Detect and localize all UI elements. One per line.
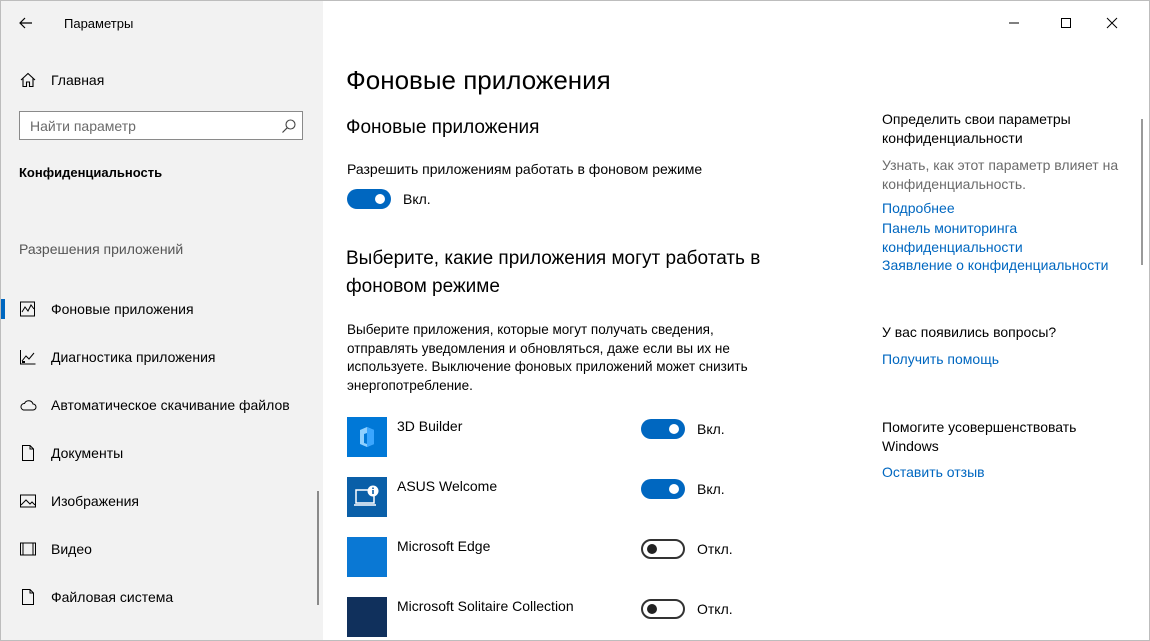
allow-background-toggle[interactable] xyxy=(347,189,391,209)
home-icon xyxy=(20,72,36,88)
app-toggle[interactable] xyxy=(641,539,685,559)
cloud-icon xyxy=(20,400,37,411)
privacy-options-title: Определить свои параметры конфиденциальн… xyxy=(882,111,1071,146)
app-name: Microsoft Edge xyxy=(397,538,491,554)
app-row-solitaire: Microsoft Solitaire Collection Откл. xyxy=(347,597,767,637)
sidebar-item-background-apps[interactable]: Фоновые приложения xyxy=(1,293,323,325)
privacy-statement-link[interactable]: Заявление о конфиденциальности xyxy=(882,256,1127,275)
search-icon[interactable] xyxy=(281,118,297,134)
sidebar-item-label: Фоновые приложения xyxy=(51,301,194,317)
background-apps-icon xyxy=(20,301,35,317)
get-help-link[interactable]: Получить помощь xyxy=(882,350,1127,369)
choose-apps-description: Выберите приложения, которые могут получ… xyxy=(347,322,748,393)
choose-apps-heading: Выберите, какие приложения могут работат… xyxy=(346,248,761,297)
privacy-options-text: Узнать, как этот параметр влияет на конф… xyxy=(882,157,1119,192)
improve-windows-title: Помогите усовершенствовать Windows xyxy=(882,419,1077,454)
toggle-knob xyxy=(669,424,679,434)
sidebar-item-label: Изображения xyxy=(51,493,139,509)
sidebar-item-label: Видео xyxy=(51,541,92,557)
settings-window: Параметры Главная Конфиденциальность Раз… xyxy=(0,0,1150,641)
sidebar-item-label: Диагностика приложения xyxy=(51,349,216,365)
file-icon xyxy=(22,589,34,605)
sidebar-item-label: Документы xyxy=(51,445,124,461)
nav-home[interactable]: Главная xyxy=(1,67,323,93)
privacy-dashboard-link[interactable]: Панель мониторинга конфиденциальности xyxy=(882,219,1127,257)
3d-builder-icon xyxy=(347,417,387,457)
toggle-knob xyxy=(669,484,679,494)
back-arrow-icon xyxy=(19,17,32,29)
questions-title: У вас появились вопросы? xyxy=(882,324,1057,340)
maximize-icon xyxy=(1061,18,1071,28)
back-button[interactable] xyxy=(11,9,41,37)
sidebar-item-documents[interactable]: Документы xyxy=(1,437,323,469)
asus-welcome-icon xyxy=(347,477,387,517)
section-label: Разрешения приложений xyxy=(19,241,184,257)
window-controls xyxy=(989,1,1149,45)
sidebar-item-diagnostics[interactable]: Диагностика приложения xyxy=(1,341,323,373)
microsoft-edge-icon xyxy=(347,537,387,577)
app-toggle[interactable] xyxy=(641,599,685,619)
sidebar-scrollbar[interactable] xyxy=(317,491,319,605)
close-icon xyxy=(1106,17,1118,29)
sidebar-item-label: Автоматическое скачивание файлов xyxy=(51,397,290,413)
give-feedback-link[interactable]: Оставить отзыв xyxy=(882,463,1127,482)
video-icon xyxy=(20,542,36,556)
category-title: Конфиденциальность xyxy=(19,165,163,180)
app-row-3d-builder: 3D Builder Вкл. xyxy=(347,417,767,457)
learn-more-link[interactable]: Подробнее xyxy=(882,199,1127,218)
solitaire-icon xyxy=(347,597,387,637)
sidebar-item-images[interactable]: Изображения xyxy=(1,485,323,517)
allow-background-state: Вкл. xyxy=(403,191,431,207)
search-box[interactable] xyxy=(19,111,303,140)
app-title: Параметры xyxy=(64,16,134,31)
image-icon xyxy=(20,494,36,508)
document-icon xyxy=(22,445,34,461)
section-heading: Фоновые приложения xyxy=(346,117,540,138)
sidebar-item-video[interactable]: Видео xyxy=(1,533,323,565)
maximize-button[interactable] xyxy=(1046,9,1086,37)
main-scrollbar[interactable] xyxy=(1141,119,1143,265)
close-button[interactable] xyxy=(1092,9,1132,37)
toggle-knob xyxy=(647,544,657,554)
toggle-knob xyxy=(375,194,385,204)
app-name: ASUS Welcome xyxy=(397,478,498,494)
app-toggle-state: Откл. xyxy=(697,601,733,617)
sidebar-item-file-system[interactable]: Файловая система xyxy=(1,581,323,613)
app-toggle-state: Вкл. xyxy=(697,481,725,497)
app-toggle-state: Откл. xyxy=(697,541,733,557)
active-indicator xyxy=(1,299,5,319)
app-row-asus-welcome: ASUS Welcome Вкл. xyxy=(347,477,767,517)
home-label: Главная xyxy=(51,72,105,88)
minimize-icon xyxy=(1009,22,1019,24)
app-name: Microsoft Solitaire Collection xyxy=(397,598,574,614)
search-input[interactable] xyxy=(20,112,280,139)
app-name: 3D Builder xyxy=(397,418,463,434)
minimize-button[interactable] xyxy=(994,9,1034,37)
app-toggle[interactable] xyxy=(641,419,685,439)
page-title: Фоновые приложения xyxy=(346,65,611,95)
app-toggle-state: Вкл. xyxy=(697,421,725,437)
app-row-microsoft-edge: Microsoft Edge Откл. xyxy=(347,537,767,577)
toggle-knob xyxy=(647,604,657,614)
sidebar-item-auto-download[interactable]: Автоматическое скачивание файлов xyxy=(1,389,323,421)
app-toggle[interactable] xyxy=(641,479,685,499)
sidebar: Параметры Главная Конфиденциальность Раз… xyxy=(1,1,323,640)
allow-background-label: Разрешить приложениям работать в фоновом… xyxy=(347,161,703,177)
diagnostics-icon xyxy=(20,350,36,365)
sidebar-item-label: Файловая система xyxy=(51,589,174,605)
